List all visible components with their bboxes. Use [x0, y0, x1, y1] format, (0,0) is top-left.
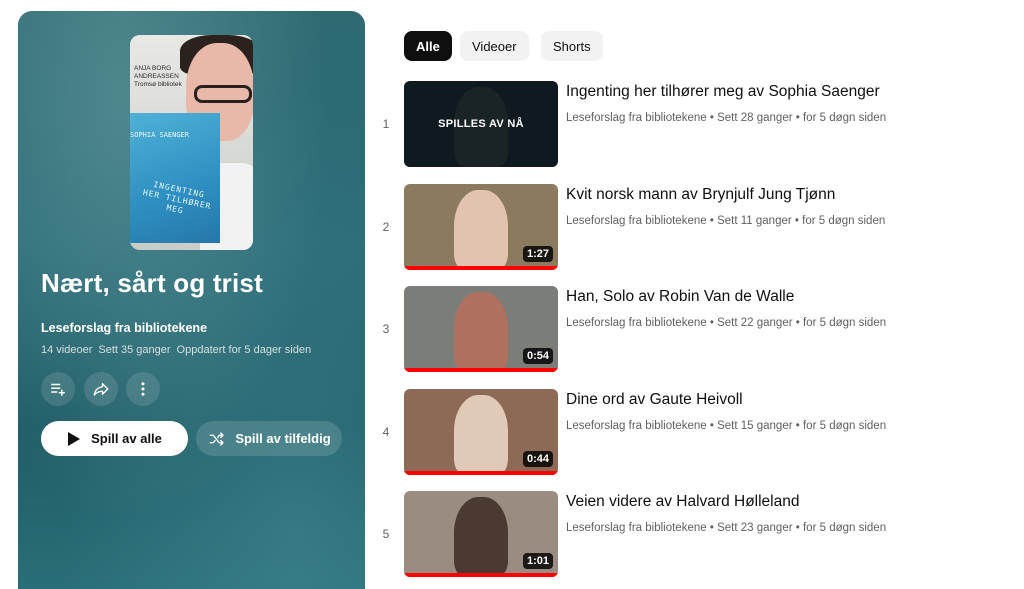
- view-count: Sett 35 ganger: [98, 344, 171, 356]
- shuffle-icon: [209, 431, 224, 446]
- play-all-label: Spill av alle: [91, 431, 162, 446]
- video-channel[interactable]: Leseforslag fra bibliotekene: [566, 420, 707, 432]
- video-duration: 1:01: [522, 553, 553, 569]
- shuffle-label: Spill av tilfeldig: [235, 431, 331, 446]
- more-icon: [141, 382, 145, 396]
- video-index: 1: [382, 117, 390, 131]
- cover-tag-text: ANJA BORG ANDREASSEN Tromsø bibliotek: [134, 65, 182, 88]
- add-to-queue-button[interactable]: [41, 372, 75, 406]
- video-title[interactable]: Kvit norsk mann av Brynjulf Jung Tjønn: [566, 186, 835, 204]
- video-index: 3: [382, 322, 390, 336]
- video-duration: 0:54: [522, 348, 553, 364]
- video-title[interactable]: Veien videre av Halvard Hølleland: [566, 493, 799, 511]
- video-meta: Leseforslag fra bibliotekene • Sett 23 g…: [566, 522, 887, 534]
- video-index: 5: [382, 527, 390, 541]
- add-to-queue-icon: [51, 383, 65, 396]
- playlist-video-row[interactable]: 2 1:27 Kvit norsk mann av Brynjulf Jung …: [376, 184, 1006, 272]
- video-thumbnail[interactable]: 0:44: [404, 389, 558, 475]
- video-thumbnail[interactable]: 1:01: [404, 491, 558, 577]
- video-views: Sett 22 ganger: [717, 317, 793, 329]
- playlist-meta: 14 videoer Sett 35 ganger Oppdatert for …: [41, 344, 311, 356]
- chip-all[interactable]: Alle: [404, 31, 452, 61]
- cover-person-glasses: [194, 85, 252, 103]
- watch-progress-bar: [404, 266, 558, 270]
- playlist-panel: ANJA BORG ANDREASSEN Tromsø bibliotek SO…: [18, 11, 365, 589]
- now-playing-overlay: SPILLES AV NÅ: [404, 81, 558, 167]
- video-views: Sett 23 ganger: [717, 522, 793, 534]
- video-meta: Leseforslag fra bibliotekene • Sett 22 g…: [566, 317, 887, 329]
- chip-videos[interactable]: Videoer: [460, 31, 529, 61]
- play-icon: [68, 431, 81, 446]
- video-meta: Leseforslag fra bibliotekene • Sett 15 g…: [566, 420, 887, 432]
- watch-progress-bar: [404, 471, 558, 475]
- play-all-button[interactable]: Spill av alle: [41, 421, 188, 456]
- video-duration: 1:27: [522, 246, 553, 262]
- video-channel[interactable]: Leseforslag fra bibliotekene: [566, 317, 707, 329]
- video-index: 4: [382, 425, 390, 439]
- video-meta: Leseforslag fra bibliotekene • Sett 11 g…: [566, 215, 886, 227]
- video-thumbnail[interactable]: 1:27: [404, 184, 558, 270]
- video-age: for 5 døgn siden: [802, 522, 887, 534]
- video-index: 2: [382, 220, 390, 234]
- video-age: for 5 døgn siden: [802, 317, 887, 329]
- video-thumbnail[interactable]: 0:54: [404, 286, 558, 372]
- video-meta: Leseforslag fra bibliotekene • Sett 28 g…: [566, 112, 887, 124]
- playlist-video-row[interactable]: 5 1:01 Veien videre av Halvard Hølleland…: [376, 491, 1006, 579]
- cover-book-author: SOPHIA SAENGER: [130, 131, 190, 139]
- video-channel[interactable]: Leseforslag fra bibliotekene: [566, 522, 707, 534]
- video-title[interactable]: Dine ord av Gaute Heivoll: [566, 391, 743, 409]
- video-count: 14 videoer: [41, 344, 93, 356]
- shuffle-button[interactable]: Spill av tilfeldig: [196, 421, 342, 456]
- video-age: for 5 døgn siden: [802, 420, 887, 432]
- video-channel[interactable]: Leseforslag fra bibliotekene: [566, 112, 707, 124]
- video-duration: 0:44: [522, 451, 553, 467]
- playlist-cover-image[interactable]: ANJA BORG ANDREASSEN Tromsø bibliotek SO…: [130, 35, 253, 250]
- updated-text: Oppdatert for 5 dager siden: [176, 344, 312, 356]
- share-button[interactable]: [84, 372, 118, 406]
- watch-progress-bar: [404, 573, 558, 577]
- video-views: Sett 15 ganger: [717, 420, 793, 432]
- chip-shorts[interactable]: Shorts: [541, 31, 603, 61]
- video-age: for 5 døgn siden: [802, 215, 886, 227]
- video-thumbnail[interactable]: SPILLES AV NÅ: [404, 81, 558, 167]
- more-options-button[interactable]: [126, 372, 160, 406]
- playlist-video-row[interactable]: 4 0:44 Dine ord av Gaute Heivoll Lesefor…: [376, 389, 1006, 477]
- playlist-video-row[interactable]: 3 0:54 Han, Solo av Robin Van de Walle L…: [376, 286, 1006, 374]
- video-age: for 5 døgn siden: [802, 112, 887, 124]
- video-title[interactable]: Han, Solo av Robin Van de Walle: [566, 288, 794, 306]
- playlist-owner-link[interactable]: Leseforslag fra bibliotekene: [41, 321, 207, 335]
- playlist-video-row[interactable]: 1 SPILLES AV NÅ Ingenting her tilhører m…: [376, 81, 1006, 169]
- playlist-title: Nært, sårt og trist: [41, 268, 263, 298]
- share-icon: [93, 383, 109, 396]
- video-channel[interactable]: Leseforslag fra bibliotekene: [566, 215, 707, 227]
- video-views: Sett 11 ganger: [717, 215, 792, 227]
- watch-progress-bar: [404, 368, 558, 372]
- video-title[interactable]: Ingenting her tilhører meg av Sophia Sae…: [566, 83, 880, 101]
- video-views: Sett 28 ganger: [717, 112, 793, 124]
